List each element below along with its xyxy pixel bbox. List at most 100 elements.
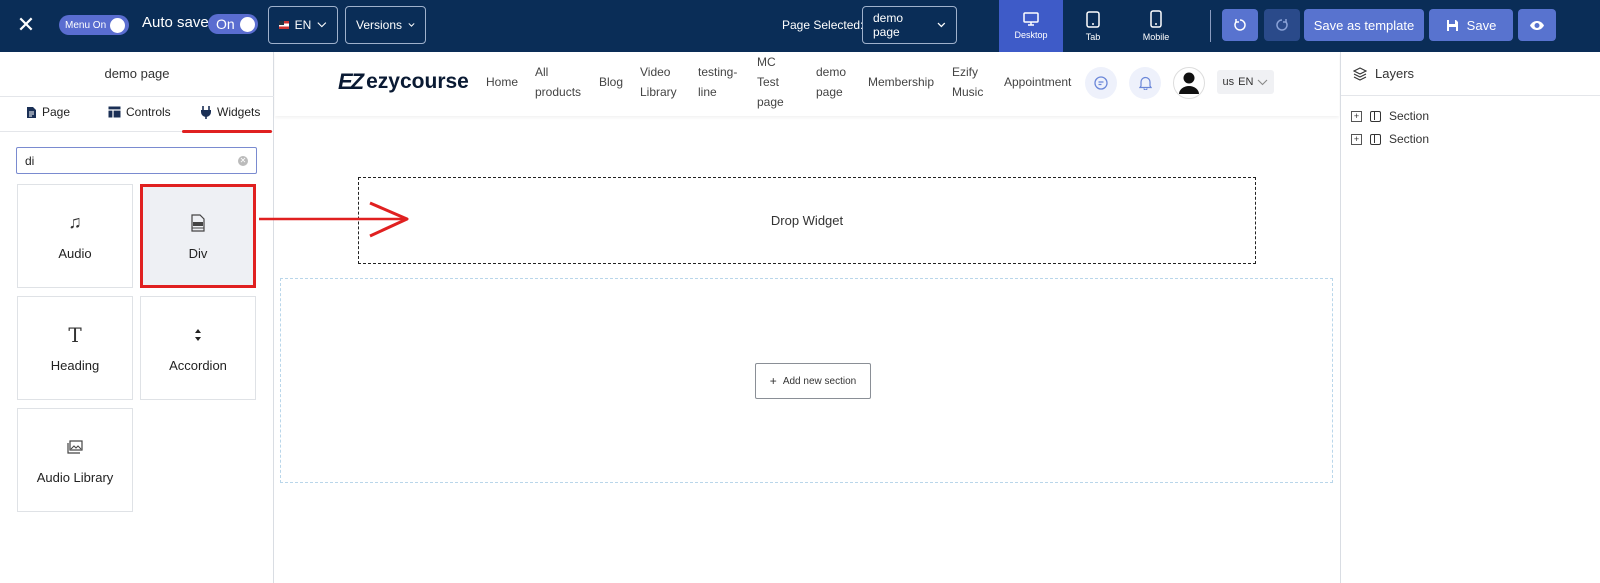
expand-collapse-icon xyxy=(194,324,202,346)
widget-audio[interactable]: ♫ Audio xyxy=(17,184,133,288)
mobile-icon xyxy=(1150,10,1162,28)
versions-dropdown[interactable]: Versions xyxy=(345,6,426,44)
redo-icon xyxy=(1276,19,1288,31)
save-label: Save xyxy=(1466,17,1497,33)
nav-ezify-music-line2: Music xyxy=(952,85,984,99)
close-icon[interactable]: ✕ xyxy=(14,12,38,37)
music-note-icon: ♫ xyxy=(68,212,82,232)
preview-button[interactable] xyxy=(1518,9,1556,41)
active-tab-highlight xyxy=(182,130,272,133)
tab-widgets[interactable]: Widgets xyxy=(200,105,260,119)
menu-toggle-label: Menu On xyxy=(65,19,107,31)
tab-widgets-label: Widgets xyxy=(217,105,261,119)
search-value: di xyxy=(25,153,35,168)
nav-membership[interactable]: Membership xyxy=(868,72,934,92)
nav-all-products-line2: products xyxy=(535,85,582,99)
save-as-template-button[interactable]: Save as template xyxy=(1304,9,1424,41)
plus-icon: + xyxy=(769,374,777,388)
us-flag-icon xyxy=(279,21,289,29)
image-gallery-icon xyxy=(67,436,83,458)
tablet-icon xyxy=(1086,10,1100,28)
nav-demo-page[interactable]: demo page xyxy=(816,62,846,102)
autosave-state: On xyxy=(216,16,235,32)
redo-button[interactable] xyxy=(1264,9,1300,41)
page-name-title: demo page xyxy=(104,66,170,81)
language-label: EN xyxy=(294,18,312,32)
site-language-label: EN xyxy=(1238,76,1254,88)
widget-heading[interactable]: T Heading xyxy=(17,296,133,400)
device-desktop-label: Desktop xyxy=(1014,30,1048,40)
toolbar-divider xyxy=(1210,10,1211,42)
device-tab-button[interactable]: Tab xyxy=(1061,0,1125,52)
page-selected-label: Page Selected: xyxy=(782,18,864,32)
menu-toggle[interactable]: Menu On xyxy=(59,15,130,35)
text-heading-icon: T xyxy=(68,322,82,347)
nav-mc-test-page[interactable]: MC Test page xyxy=(757,52,784,112)
clear-search-icon[interactable]: ✕ xyxy=(238,155,248,166)
undo-icon xyxy=(1234,19,1246,31)
nav-home[interactable]: Home xyxy=(486,72,518,92)
section-icon xyxy=(1370,133,1381,145)
widget-accordion-label: Accordion xyxy=(169,357,227,373)
layers-title: Layers xyxy=(1375,66,1415,81)
layer-item-label: Section xyxy=(1389,109,1430,123)
save-button[interactable]: Save xyxy=(1429,9,1513,41)
bell-icon[interactable] xyxy=(1129,67,1161,99)
nav-ezify-music-line1: Ezify xyxy=(952,65,979,79)
toggle-knob-icon xyxy=(239,16,255,32)
layer-item[interactable]: + Section xyxy=(1351,109,1429,123)
autosave-label: Auto save: xyxy=(142,14,213,31)
drop-widget-zone[interactable]: Drop Widget xyxy=(358,177,1256,264)
nav-appointment[interactable]: Appointment xyxy=(1004,72,1071,92)
nav-all-products[interactable]: All products xyxy=(535,62,581,102)
versions-label: Versions xyxy=(356,18,403,32)
nav-video-library[interactable]: Video Library xyxy=(640,62,677,102)
nav-demo-page-line1: demo xyxy=(816,65,847,79)
nav-ezify-music[interactable]: Ezify Music xyxy=(952,62,983,102)
nav-mc-test-line1: MC xyxy=(757,55,776,69)
autosave-toggle[interactable]: On xyxy=(208,14,258,34)
language-dropdown[interactable]: EN xyxy=(268,6,338,44)
nav-blog[interactable]: Blog xyxy=(599,72,623,92)
chevron-down-icon xyxy=(1258,79,1268,85)
widget-heading-label: Heading xyxy=(50,357,100,373)
widget-accordion[interactable]: Accordion xyxy=(140,296,256,400)
nav-demo-page-line2: page xyxy=(816,85,843,99)
user-avatar[interactable] xyxy=(1173,67,1205,99)
chevron-down-icon xyxy=(317,22,327,28)
chevron-down-icon xyxy=(937,22,946,28)
undo-button[interactable] xyxy=(1222,9,1258,41)
device-desktop-button[interactable]: Desktop xyxy=(999,0,1063,52)
nav-all-products-line1: All xyxy=(535,65,549,79)
nav-video-library-line2: Library xyxy=(640,85,677,99)
div-file-icon xyxy=(190,212,206,234)
chat-icon[interactable] xyxy=(1085,67,1117,99)
layout-icon xyxy=(108,106,121,118)
layers-header: Layers xyxy=(1341,52,1600,96)
site-header: EZ ezycourse Home All products Blog Vide… xyxy=(275,52,1339,116)
site-language-dropdown[interactable]: us EN xyxy=(1217,70,1274,94)
nav-mc-test-line2: Test xyxy=(757,75,780,89)
tab-controls[interactable]: Controls xyxy=(108,105,171,119)
nav-testing-line[interactable]: testing- line xyxy=(698,62,737,102)
layers-icon xyxy=(1353,66,1367,81)
device-mobile-button[interactable]: Mobile xyxy=(1124,0,1188,52)
widget-audio-library-label: Audio Library xyxy=(36,469,114,485)
widget-audio-library[interactable]: Audio Library xyxy=(17,408,133,512)
page-select-dropdown[interactable]: demo page xyxy=(862,6,957,44)
page-select-value: demo page xyxy=(873,11,904,39)
section-icon xyxy=(1370,110,1381,122)
expand-icon[interactable]: + xyxy=(1351,133,1362,145)
layer-item[interactable]: + Section xyxy=(1351,132,1429,146)
desktop-icon xyxy=(1023,12,1039,26)
tab-page[interactable]: Page xyxy=(26,105,70,119)
widget-div[interactable]: Div xyxy=(140,184,256,288)
expand-icon[interactable]: + xyxy=(1351,110,1362,122)
nav-testing-line-line2: line xyxy=(698,85,717,99)
add-new-section-button[interactable]: + Add new section xyxy=(755,363,871,399)
nav-mc-test-line3: page xyxy=(757,95,784,109)
floppy-disk-icon xyxy=(1446,19,1458,31)
site-logo[interactable]: EZ ezycourse xyxy=(338,69,469,95)
widget-search-input[interactable]: di ✕ xyxy=(16,147,257,174)
nav-blog-label: Blog xyxy=(599,75,624,89)
